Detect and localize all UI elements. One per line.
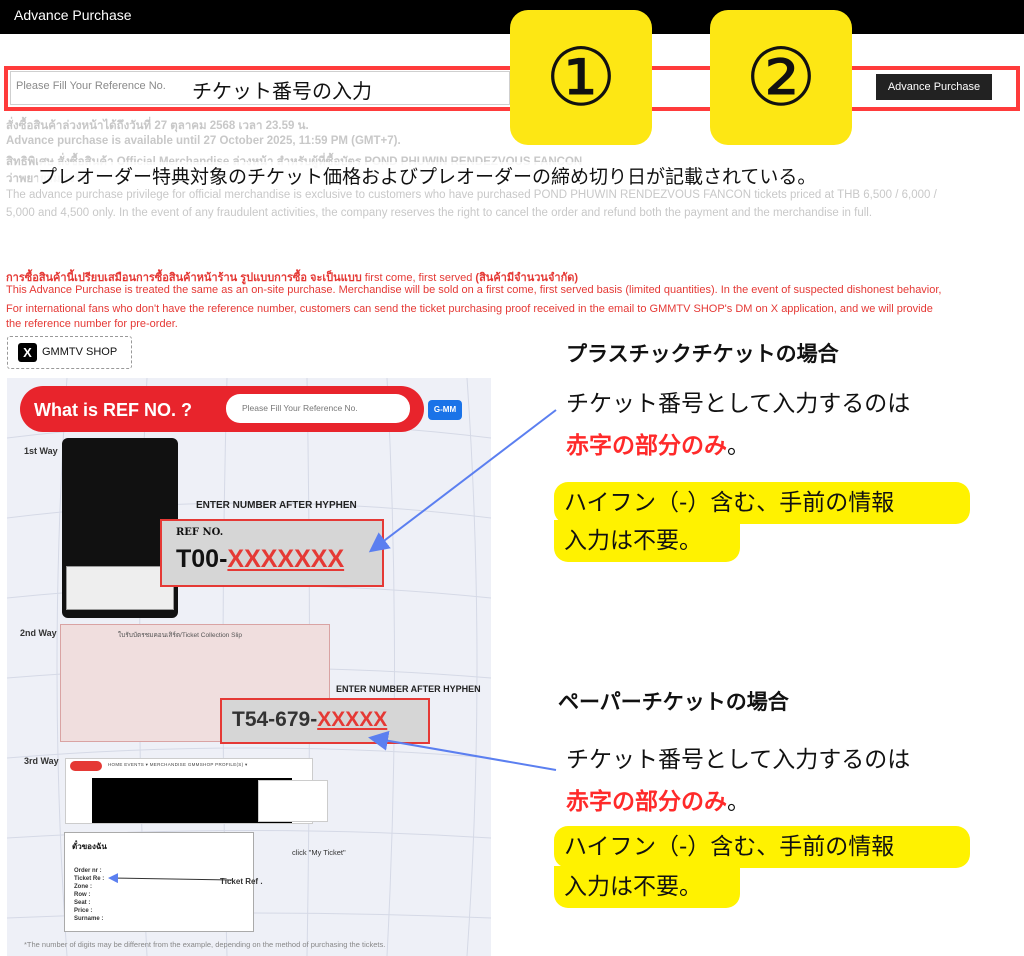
paper-note-line-1: ハイフン（-）含む、手前の情報 — [564, 834, 895, 860]
paper-body: チケット番号として入力するのは — [566, 747, 911, 773]
plastic-note-line-2: 入力は不要。 — [564, 528, 702, 554]
plastic-red: 赤字の部分のみ — [566, 433, 727, 459]
plastic-note-tail: 入力は不要。 — [554, 520, 740, 562]
paper-heading: ペーパーチケットの場合 — [558, 690, 789, 714]
paper-tail: 。 — [727, 789, 750, 815]
plastic-tail: 。 — [727, 433, 750, 459]
paper-note-line-2: 入力は不要。 — [564, 874, 702, 900]
plastic-heading: プラスチックチケットの場合 — [566, 342, 839, 366]
plastic-red-line: 赤字の部分のみ。 — [566, 426, 750, 460]
plastic-body: チケット番号として入力するのは — [566, 391, 911, 417]
plastic-note: ハイフン（-）含む、手前の情報 — [554, 482, 970, 524]
arrow-paper — [368, 730, 557, 771]
paper-note: ハイフン（-）含む、手前の情報 — [554, 826, 970, 868]
plastic-note-line-1: ハイフン（-）含む、手前の情報 — [564, 490, 895, 516]
annotation-arrows — [108, 409, 557, 884]
arrow-plastic — [368, 409, 557, 553]
paper-red: 赤字の部分のみ — [566, 789, 727, 815]
paper-note-tail: 入力は不要。 — [554, 866, 740, 908]
arrow-ticket-ref — [108, 873, 233, 884]
paper-red-line: 赤字の部分のみ。 — [566, 782, 750, 816]
